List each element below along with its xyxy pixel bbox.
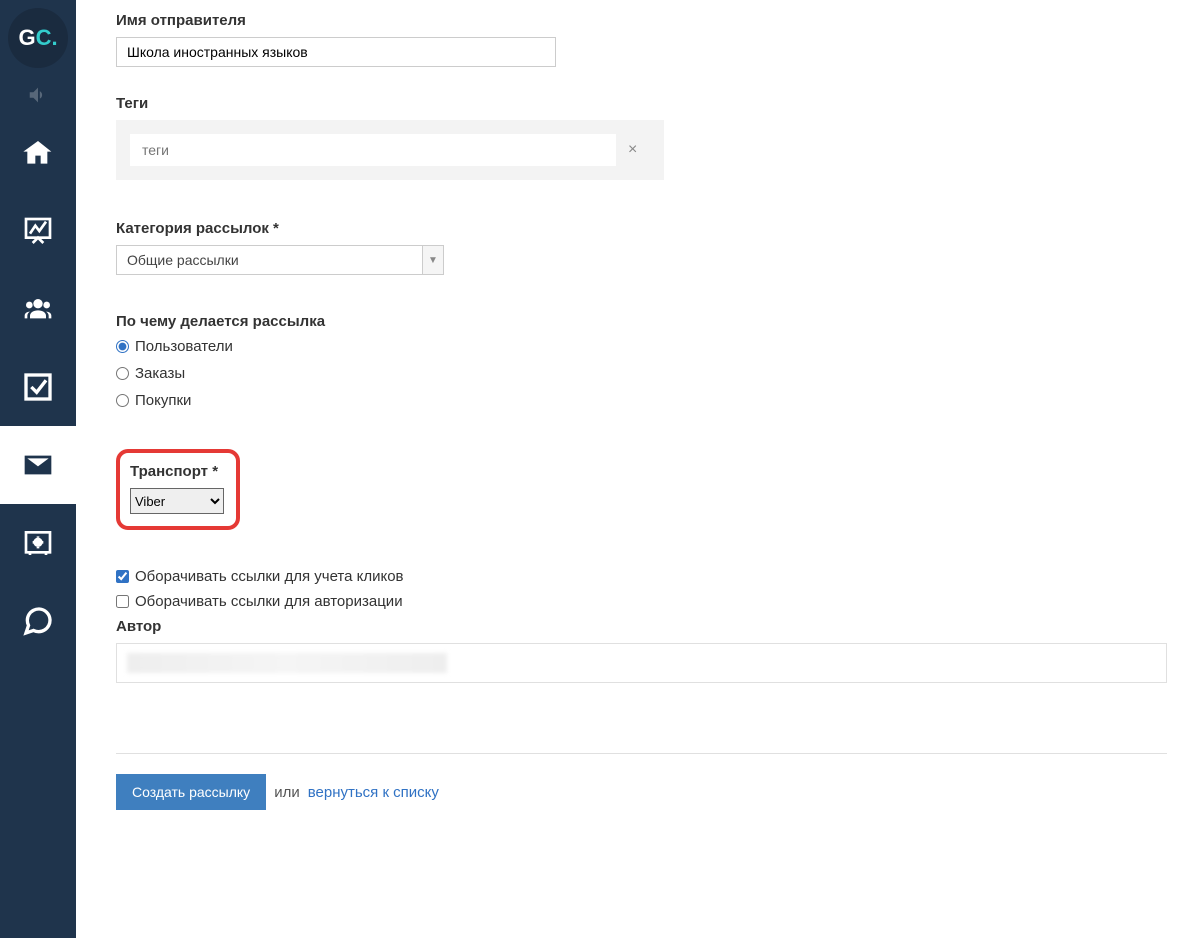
back-link[interactable]: вернуться к списку [308, 784, 439, 801]
users-icon [22, 293, 54, 325]
category-select[interactable]: Общие рассылки ▼ [116, 245, 444, 275]
category-label: Категория рассылок * [116, 220, 1167, 237]
transport-select[interactable]: Viber [130, 488, 224, 514]
create-button[interactable]: Создать рассылку [116, 774, 266, 810]
main-content: Имя отправителя Теги × Категория рассыло… [76, 0, 1197, 938]
wrap-auth-checkbox[interactable] [116, 595, 129, 608]
tags-label: Теги [116, 95, 1167, 112]
chat-icon [22, 605, 54, 637]
presentation-icon [22, 215, 54, 247]
tags-group: Теги × [116, 95, 1167, 180]
basis-orders-label: Заказы [135, 365, 185, 382]
chevron-down-icon: ▼ [422, 245, 444, 275]
category-group: Категория рассылок * Общие рассылки ▼ [116, 220, 1167, 275]
sidebar-item-mail[interactable] [0, 426, 76, 504]
home-icon [22, 137, 54, 169]
basis-group: По чему делается рассылка Пользователи З… [116, 313, 1167, 409]
tags-input[interactable] [130, 134, 616, 166]
sidebar-item-users[interactable] [0, 270, 76, 348]
author-field[interactable] [116, 643, 1167, 683]
divider [116, 753, 1167, 754]
category-selected: Общие рассылки [116, 245, 422, 275]
sender-group: Имя отправителя [116, 12, 1167, 67]
safe-icon [22, 527, 54, 559]
sidebar-item-sound[interactable] [0, 76, 76, 114]
transport-highlight: Транспорт * Viber [116, 449, 240, 530]
logo-g: G [18, 25, 35, 51]
basis-radio-users-input[interactable] [116, 340, 129, 353]
logo-c: C. [36, 25, 58, 51]
basis-radio-purchases-input[interactable] [116, 394, 129, 407]
sender-input[interactable] [116, 37, 556, 67]
mail-icon [22, 449, 54, 481]
checkbox-icon [22, 371, 54, 403]
basis-radio-purchases[interactable]: Покупки [116, 392, 1167, 409]
wrap-auth-label: Оборачивать ссылки для авторизации [135, 593, 403, 610]
sidebar-item-safe[interactable] [0, 504, 76, 582]
wrap-clicks-checkbox[interactable] [116, 570, 129, 583]
transport-label: Транспорт * [130, 463, 224, 480]
basis-purchases-label: Покупки [135, 392, 191, 409]
sidebar-item-chat[interactable] [0, 582, 76, 660]
basis-radio-users[interactable]: Пользователи [116, 338, 1167, 355]
volume-icon [27, 84, 49, 106]
tags-clear-button[interactable]: × [628, 141, 637, 159]
author-label: Автор [116, 618, 1167, 635]
sender-label: Имя отправителя [116, 12, 1167, 29]
basis-radio-orders-input[interactable] [116, 367, 129, 380]
or-text: или [274, 784, 300, 801]
logo: GC. [8, 8, 68, 68]
wrap-clicks-label: Оборачивать ссылки для учета кликов [135, 568, 404, 585]
form-actions: Создать рассылку или вернуться к списку [116, 774, 1167, 810]
basis-radio-orders[interactable]: Заказы [116, 365, 1167, 382]
basis-label: По чему делается рассылка [116, 313, 1167, 330]
basis-users-label: Пользователи [135, 338, 233, 355]
sidebar-item-home[interactable] [0, 114, 76, 192]
author-value-blurred [127, 653, 447, 673]
sidebar-item-tasks[interactable] [0, 348, 76, 426]
tags-container: × [116, 120, 664, 180]
wrap-auth-row[interactable]: Оборачивать ссылки для авторизации [116, 593, 1167, 610]
sidebar: GC. [0, 0, 76, 938]
sidebar-item-chart[interactable] [0, 192, 76, 270]
wrap-clicks-row[interactable]: Оборачивать ссылки для учета кликов [116, 568, 1167, 585]
